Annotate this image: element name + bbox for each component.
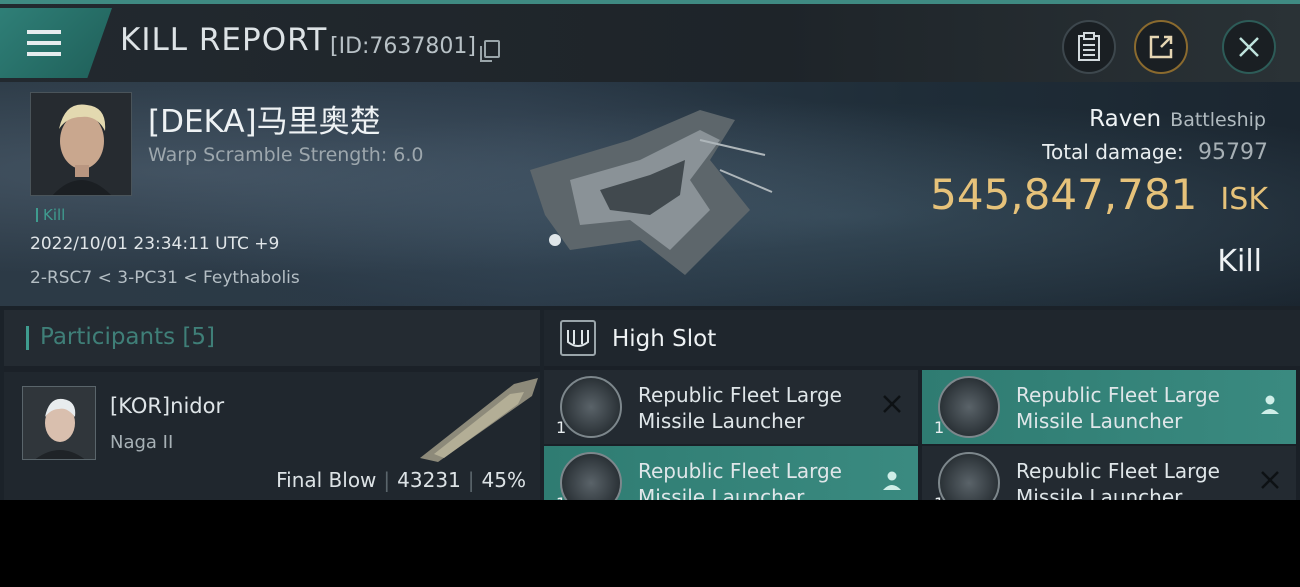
ship-class: Battleship [1170, 109, 1266, 131]
participant-avatar[interactable] [22, 386, 96, 460]
participant-portrait-image [23, 387, 95, 459]
slot-item-name-line1: Republic Fleet Large [1016, 383, 1220, 407]
slot-item[interactable]: 1 Republic Fleet Large Missile Launcher [922, 370, 1296, 444]
menu-icon-bar-2 [27, 41, 61, 45]
slot-item-name-line1: Republic Fleet Large [638, 459, 842, 483]
page-title: KILL REPORT [120, 22, 328, 58]
kill-location: 2-RSC7 < 3-PC31 < Feythabolis [30, 268, 300, 288]
module-icon [560, 376, 622, 438]
victim-portrait-image [31, 93, 131, 195]
victim-avatar[interactable] [30, 92, 132, 196]
ship-name: Raven [1089, 106, 1162, 132]
ship-render [530, 110, 773, 275]
isk-value-row: 545,847,781 ISK [930, 170, 1268, 219]
participant-damage: 43231 [397, 468, 461, 492]
participant-percent: 45% [481, 468, 526, 492]
participant-stats: Final Blow | 43231 | 45% [276, 468, 526, 492]
total-damage-value: 95797 [1198, 140, 1268, 165]
participant-ship: Naga II [110, 432, 174, 453]
header-bar: KILL REPORT [ID:7637801] [0, 0, 1300, 82]
kill-result: Kill [1217, 244, 1262, 279]
high-slot-header: High Slot [544, 310, 1300, 366]
warp-scramble-strength: Warp Scramble Strength: 6.0 [148, 144, 424, 166]
person-icon [883, 471, 901, 490]
slot-item-name: Republic Fleet Large Missile Launcher [638, 382, 868, 434]
high-slot-title: High Slot [612, 326, 717, 352]
module-icon [560, 452, 622, 500]
isk-value: 545,847,781 [930, 170, 1198, 219]
report-id: [ID:7637801] [330, 34, 476, 59]
participants-title: Participants [5] [40, 324, 215, 350]
slot-item-name: Republic Fleet Large Missile Launcher [1016, 458, 1246, 500]
participant-name: [KOR]nidor [110, 394, 225, 418]
total-damage-label: Total damage: [1042, 140, 1184, 164]
final-blow-label: Final Blow [276, 468, 377, 492]
participants-panel: Participants [5] [KOR]nidor Naga II Fina… [4, 310, 540, 500]
slot-item[interactable]: 1 Republic Fleet Large Missile Launcher [544, 370, 918, 444]
slot-quantity: 1 [934, 418, 945, 437]
person-icon [1261, 395, 1279, 414]
stats-divider: | [383, 468, 391, 492]
slot-item-name-line2: Missile Launcher [1016, 485, 1183, 500]
isk-unit: ISK [1220, 182, 1268, 217]
close-icon [1239, 37, 1259, 57]
x-icon [1261, 471, 1279, 489]
x-icon [883, 395, 901, 413]
slot-item-name-line1: Republic Fleet Large [638, 383, 842, 407]
victim-banner: [DEKA]马里奥楚 Warp Scramble Strength: 6.0 K… [0, 82, 1300, 306]
slot-item-name-line2: Missile Launcher [638, 485, 805, 500]
slot-item-name-line1: Republic Fleet Large [1016, 459, 1220, 483]
slot-item-name-line2: Missile Launcher [638, 409, 805, 433]
slot-item-name: Republic Fleet Large Missile Launcher [1016, 382, 1246, 434]
menu-button[interactable] [0, 8, 112, 78]
participants-accent [26, 326, 29, 350]
kill-tag: Kill [36, 206, 65, 224]
participant-ship-render [420, 378, 538, 462]
copy-icon[interactable] [480, 40, 500, 62]
participant-row[interactable]: [KOR]nidor Naga II Final Blow | 43231 | 45% [4, 372, 540, 500]
share-button[interactable] [1134, 20, 1188, 74]
high-slot-icon [560, 320, 596, 356]
total-damage: Total damage: 95797 [1042, 140, 1268, 165]
victim-pilot-name: [DEKA]马里奥楚 [148, 104, 381, 140]
slot-quantity: 1 [556, 418, 567, 437]
close-button[interactable] [1222, 20, 1276, 74]
kill-time: 2022/10/01 23:34:11 UTC +9 [30, 234, 280, 254]
slot-item[interactable]: 1 Republic Fleet Large Missile Launcher [922, 446, 1296, 500]
slot-item-name-line2: Missile Launcher [1016, 409, 1183, 433]
slot-item-name: Republic Fleet Large Missile Launcher [638, 458, 868, 500]
slot-glyph-icon [567, 330, 589, 347]
clipboard-icon [1078, 32, 1100, 61]
menu-icon-bar-3 [27, 52, 61, 56]
kill-report-screen: KILL REPORT [ID:7637801] [DEKA]马里奥楚 Warp… [0, 0, 1300, 500]
high-slot-panel: High Slot 1 Republic Fleet Large Missile… [544, 310, 1300, 500]
module-icon [938, 452, 1000, 500]
module-icon [938, 376, 1000, 438]
slot-item[interactable]: 1 Republic Fleet Large Missile Launcher [544, 446, 918, 500]
menu-icon [27, 30, 61, 34]
letterbox-bar [0, 500, 1300, 587]
clipboard-button[interactable] [1062, 20, 1116, 74]
participants-header: Participants [5] [4, 310, 540, 366]
share-icon [1149, 35, 1173, 59]
ship-type: Raven Battleship [1089, 106, 1266, 132]
stats-divider: | [467, 468, 475, 492]
